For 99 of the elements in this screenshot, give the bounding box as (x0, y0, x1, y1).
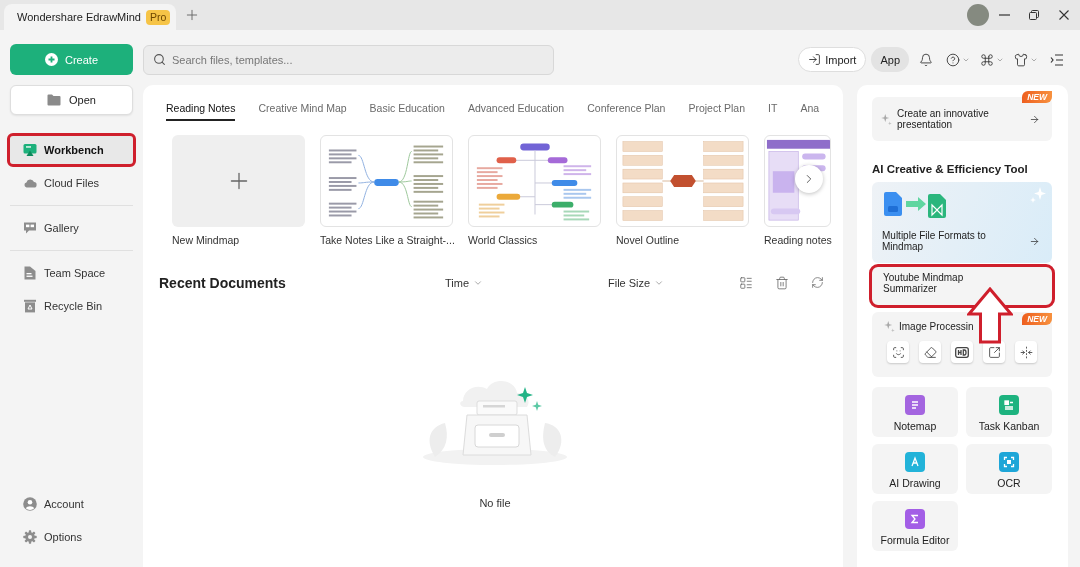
category-tab[interactable]: Project Plan (688, 97, 746, 121)
section-title: Recent Documents (159, 275, 287, 291)
refresh-icon[interactable] (811, 276, 824, 289)
folder-icon (47, 94, 62, 106)
feature-title: Multiple File Formats to Mindmap (882, 230, 987, 252)
tool-tile[interactable]: AI Drawing (872, 444, 958, 494)
command-icon (980, 52, 994, 67)
plus-icon (184, 7, 200, 23)
empty-message: No file (479, 497, 511, 509)
sidebar-item[interactable]: Cloud Files (10, 169, 133, 197)
open-button[interactable]: Open (10, 85, 133, 115)
apps-menu-button[interactable] (980, 52, 1004, 67)
category-tab[interactable]: Advanced Education (467, 97, 565, 121)
template-title: Reading notes (764, 234, 832, 247)
list-view-icon[interactable] (739, 276, 753, 290)
template-title: Novel Outline (616, 234, 680, 247)
scan-face-icon (891, 345, 905, 359)
notification-button[interactable] (919, 52, 933, 67)
template-title: World Classics (468, 234, 538, 247)
file-convert-icon (882, 192, 948, 218)
shirt-icon (1014, 52, 1028, 67)
list-indent-icon (1050, 53, 1064, 66)
tool-tile[interactable]: OCR (966, 444, 1052, 494)
trash-icon (23, 299, 37, 313)
template-title: Take Notes Like a Straight-... (320, 234, 455, 247)
expand-icon (987, 345, 1001, 359)
panel-toggle-button[interactable] (1050, 53, 1064, 66)
arrow-right-icon (1029, 113, 1040, 125)
compress-icon (1019, 345, 1033, 359)
chat-icon (23, 221, 37, 235)
feature-card[interactable]: Multiple File Formats to Mindmap (872, 182, 1052, 263)
outline-thumbnail[interactable] (616, 135, 749, 227)
theme-menu-button[interactable] (1014, 52, 1038, 67)
trash-icon[interactable] (775, 276, 789, 290)
sidebar-item[interactable]: Recycle Bin (10, 292, 133, 320)
settings-icon (23, 530, 37, 544)
sort-button[interactable]: Time (445, 277, 608, 289)
restore-icon (1029, 10, 1039, 20)
category-tab[interactable]: Reading Notes (166, 97, 236, 121)
monitor-icon (23, 143, 37, 157)
arrow-right-icon (1029, 235, 1040, 247)
search-field[interactable]: Search files, templates... (143, 44, 554, 75)
eraser-icon (923, 345, 937, 359)
tool-title: AI Drawing (889, 477, 941, 489)
close-icon (1059, 10, 1069, 20)
mindmap-thumbnail[interactable] (320, 135, 453, 227)
sidebar-item[interactable]: Gallery (10, 214, 133, 242)
sparkle-icon (884, 321, 895, 332)
pro-badge: Pro (145, 9, 171, 25)
document-icon (23, 266, 37, 280)
search-icon (153, 52, 166, 66)
sparkle-icon (1030, 187, 1046, 203)
caret-icon (473, 278, 484, 288)
new-badge: NEW (1022, 313, 1052, 325)
tool-title: OCR (997, 477, 1021, 489)
compress-tool-button[interactable] (1015, 341, 1037, 363)
sidebar-item[interactable]: Account (10, 490, 133, 518)
import-button[interactable]: Import (798, 47, 867, 72)
promo-text: Create an innovative presentation (897, 108, 990, 130)
diagram-thumbnail[interactable] (764, 135, 831, 227)
sidebar-item[interactable]: Workbench (10, 136, 133, 164)
caret-icon (654, 278, 665, 288)
category-tab[interactable]: Basic Education (369, 97, 445, 121)
feature-title: Image Processin (899, 321, 974, 332)
bell-icon (919, 52, 933, 67)
tool-title: Task Kanban (978, 420, 1040, 432)
tool-tile[interactable]: Task Kanban (966, 387, 1052, 437)
tool-tile[interactable]: Notemap (872, 387, 958, 437)
plus-circle-icon (45, 53, 58, 66)
app-title: Wondershare EdrawMind (17, 11, 141, 23)
category-tab[interactable]: Ana (800, 97, 820, 121)
category-tab[interactable]: IT (768, 97, 778, 121)
mindmap-thumbnail[interactable] (468, 135, 601, 227)
eraser-tool-button[interactable] (919, 341, 941, 363)
app-tab[interactable]: Wondershare EdrawMind Pro (4, 4, 176, 30)
sort-button[interactable]: File Size (608, 277, 665, 289)
section-title: AI Creative & Efficiency Tool (872, 162, 1029, 176)
user-avatar[interactable] (967, 4, 989, 26)
account-icon (23, 497, 37, 511)
tool-tile[interactable]: Formula Editor (872, 501, 958, 551)
sidebar-item[interactable]: Options (10, 523, 133, 551)
help-menu-button[interactable] (946, 52, 970, 67)
sparkle-icon (881, 113, 892, 125)
tool-title: Notemap (893, 420, 937, 432)
category-tab[interactable]: Conference Plan (587, 97, 666, 121)
hd-tool-button[interactable] (951, 341, 973, 363)
import-icon (808, 53, 822, 66)
feature-card[interactable]: Youtube Mindmap Summarizer (872, 267, 1052, 305)
minimize-icon (998, 14, 1010, 16)
template-title: New Mindmap (172, 234, 240, 247)
focus-tool-button[interactable] (887, 341, 909, 363)
sidebar-item[interactable]: Team Space (10, 259, 133, 287)
app-button[interactable]: App (871, 47, 909, 72)
tool-title: Formula Editor (880, 534, 950, 546)
hd-icon (955, 346, 969, 358)
help-icon (946, 52, 960, 67)
category-tab[interactable]: Creative Mind Map (258, 97, 347, 121)
new-badge: NEW (1022, 91, 1052, 103)
feature-title: Youtube Mindmap Summarizer (883, 272, 965, 294)
